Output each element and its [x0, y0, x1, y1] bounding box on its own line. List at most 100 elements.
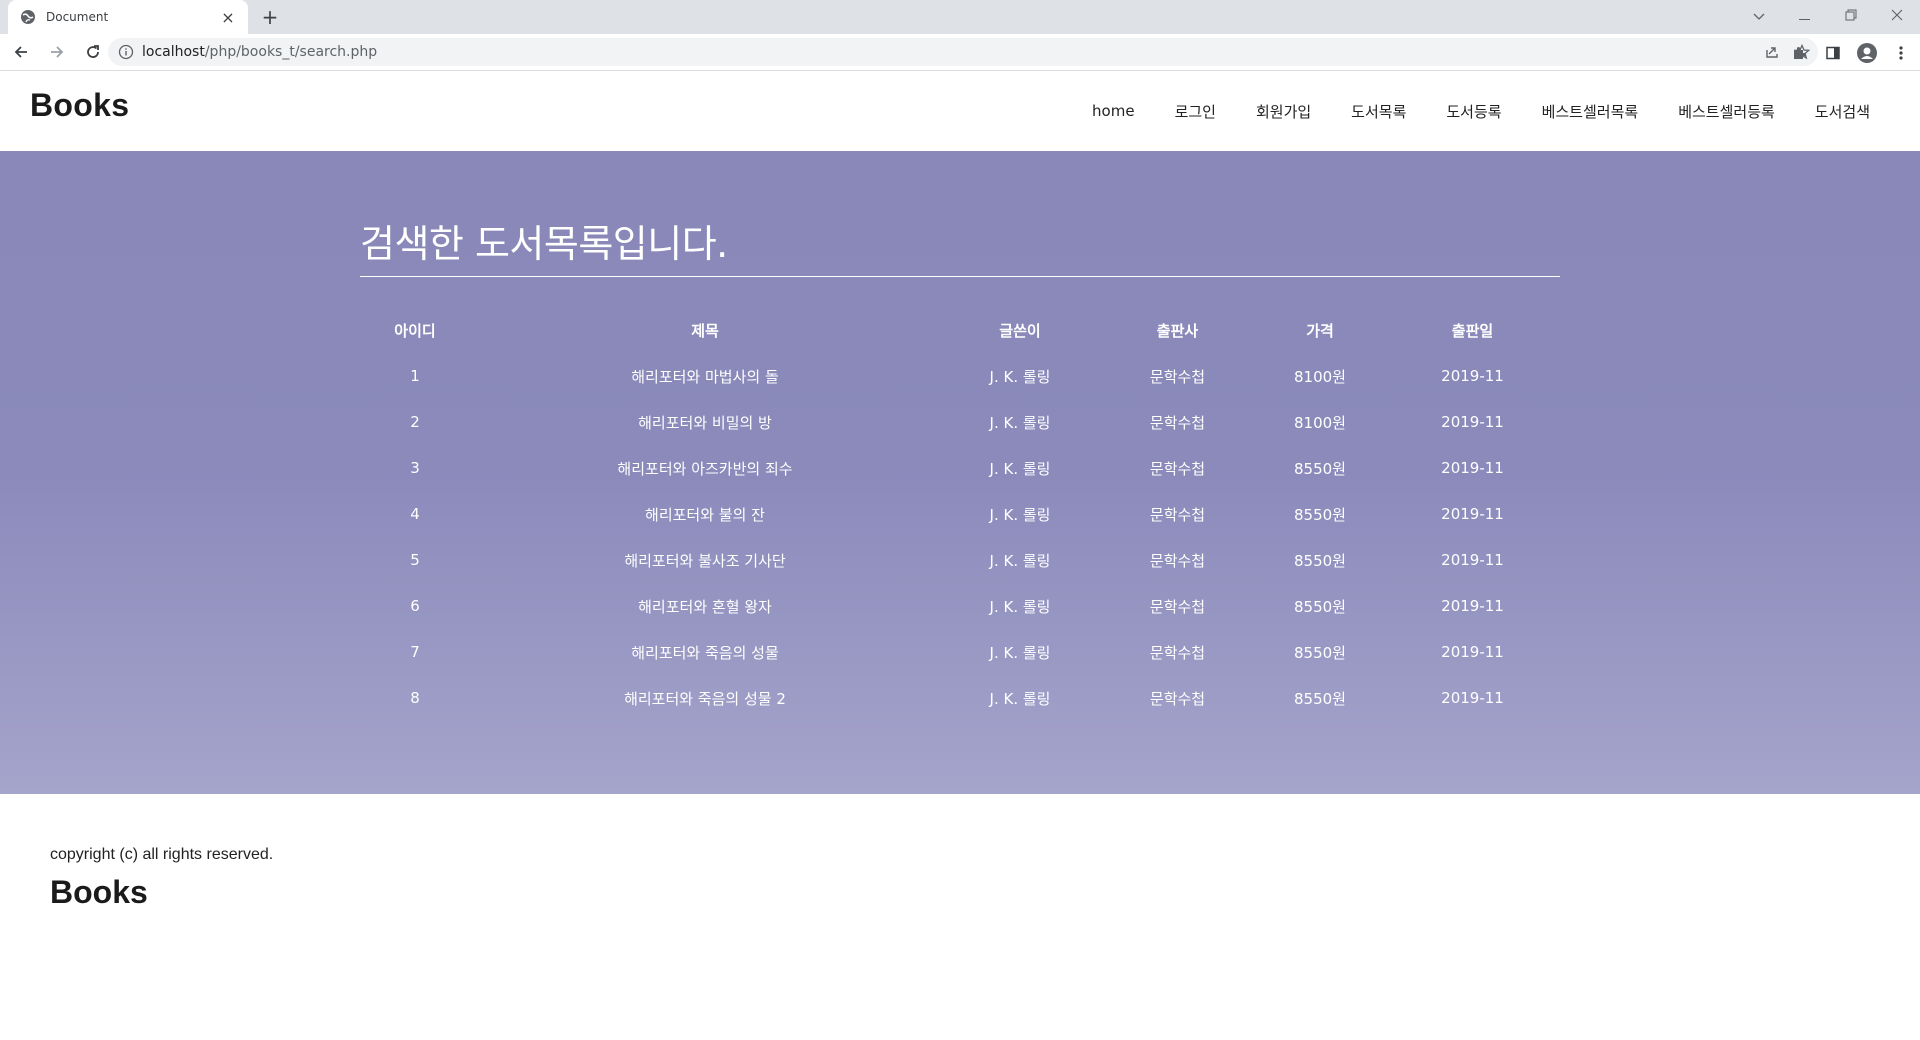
close-window-icon[interactable] — [1874, 9, 1920, 25]
reload-icon[interactable] — [78, 37, 108, 67]
cell-title: 해리포터와 불사조 기사단 — [624, 551, 786, 570]
nav-home[interactable]: home — [1092, 102, 1135, 120]
nav-book-list[interactable]: 도서목록 — [1351, 101, 1406, 122]
cell-title: 해리포터와 불의 잔 — [645, 505, 765, 524]
close-tab-icon[interactable]: × — [218, 8, 238, 27]
extensions-puzzle-icon[interactable] — [1786, 40, 1812, 66]
cell-author: J. K. 롤링 — [989, 367, 1051, 386]
cell-publisher: 문학수첩 — [1149, 367, 1206, 386]
column-header-author: 글쓴이 — [999, 321, 1041, 340]
page-title: 검색한 도서목록입니다. — [360, 213, 1560, 277]
cell-date: 2019-11 — [1441, 413, 1504, 431]
address-url: localhost/php/books_t/search.php — [142, 44, 377, 60]
site-footer: copyright (c) all rights reserved. Books — [0, 794, 1920, 1039]
nav-signup[interactable]: 회원가입 — [1256, 101, 1311, 122]
cell-author: J. K. 롤링 — [989, 505, 1051, 524]
cell-id: 8 — [410, 689, 420, 707]
cell-publisher: 문학수첩 — [1149, 643, 1206, 662]
cell-author: J. K. 롤링 — [989, 689, 1051, 708]
address-bar[interactable]: localhost/php/books_t/search.php — [108, 38, 1818, 66]
nav-bestseller-register[interactable]: 베스트셀러등록 — [1678, 101, 1775, 122]
cell-title: 해리포터와 혼혈 왕자 — [638, 597, 772, 616]
cell-author: J. K. 롤링 — [989, 597, 1051, 616]
new-tab-icon[interactable]: + — [258, 5, 282, 29]
site-logo[interactable]: Books — [30, 87, 129, 124]
cell-date: 2019-11 — [1441, 459, 1504, 477]
results-container: 검색한 도서목록입니다. 아이디 제목 글쓴이 출판사 가격 출판일 1 해리포… — [360, 213, 1560, 721]
column-header-publisher: 출판사 — [1156, 321, 1199, 340]
cell-price: 8550원 — [1294, 643, 1346, 662]
column-header-id: 아이디 — [394, 321, 436, 340]
cell-id: 6 — [410, 597, 420, 615]
cell-title: 해리포터와 마법사의 돌 — [631, 367, 779, 386]
table-header-row: 아이디 제목 글쓴이 출판사 가격 출판일 — [360, 307, 1560, 353]
main-nav: home 로그인 회원가입 도서목록 도서등록 베스트셀러목록 베스트셀러등록 … — [1092, 71, 1870, 151]
nav-book-search[interactable]: 도서검색 — [1815, 101, 1870, 122]
back-arrow-icon[interactable] — [6, 37, 36, 67]
forward-arrow-icon[interactable] — [42, 37, 72, 67]
table-row: 2 해리포터와 비밀의 방 J. K. 롤링 문학수첩 8100원 2019-1… — [360, 399, 1560, 445]
cell-price: 8100원 — [1294, 413, 1346, 432]
extension-area — [1786, 38, 1914, 68]
cell-publisher: 문학수첩 — [1149, 597, 1206, 616]
tab-search-chevron-icon[interactable] — [1736, 10, 1782, 25]
cell-author: J. K. 롤링 — [989, 459, 1051, 478]
minimize-icon[interactable] — [1782, 10, 1828, 25]
tab-title: Document — [46, 10, 109, 24]
cell-id: 3 — [410, 459, 420, 477]
site-header: Books home 로그인 회원가입 도서목록 도서등록 베스트셀러목록 베스… — [0, 71, 1920, 151]
cell-author: J. K. 롤링 — [989, 643, 1051, 662]
column-header-price: 가격 — [1306, 321, 1334, 340]
window-controls — [1736, 0, 1920, 34]
cell-price: 8550원 — [1294, 597, 1346, 616]
search-results-section: 검색한 도서목록입니다. 아이디 제목 글쓴이 출판사 가격 출판일 1 해리포… — [0, 151, 1920, 794]
cell-publisher: 문학수첩 — [1149, 505, 1206, 524]
table-row: 3 해리포터와 아즈카반의 죄수 J. K. 롤링 문학수첩 8550원 201… — [360, 445, 1560, 491]
cell-title: 해리포터와 죽음의 성물 — [631, 643, 779, 662]
cell-id: 5 — [410, 551, 420, 569]
cell-date: 2019-11 — [1441, 643, 1504, 661]
table-row: 5 해리포터와 불사조 기사단 J. K. 롤링 문학수첩 8550원 2019… — [360, 537, 1560, 583]
cell-title: 해리포터와 비밀의 방 — [638, 413, 772, 432]
cell-author: J. K. 롤링 — [989, 551, 1051, 570]
cell-id: 2 — [410, 413, 420, 431]
cell-date: 2019-11 — [1441, 551, 1504, 569]
cell-price: 8550원 — [1294, 551, 1346, 570]
side-panel-icon[interactable] — [1820, 40, 1846, 66]
site-info-icon[interactable] — [118, 44, 134, 60]
url-host: localhost — [142, 44, 205, 60]
restore-icon[interactable] — [1828, 9, 1874, 25]
cell-title: 해리포터와 죽음의 성물 2 — [624, 689, 786, 708]
table-row: 4 해리포터와 불의 잔 J. K. 롤링 문학수첩 8550원 2019-11 — [360, 491, 1560, 537]
cell-price: 8550원 — [1294, 689, 1346, 708]
browser-toolbar: localhost/php/books_t/search.php — [0, 34, 1920, 71]
cell-price: 8550원 — [1294, 459, 1346, 478]
profile-avatar-icon[interactable] — [1854, 40, 1880, 66]
cell-publisher: 문학수첩 — [1149, 689, 1206, 708]
column-header-date: 출판일 — [1451, 321, 1494, 340]
browser-tab-document[interactable]: Document × — [8, 0, 248, 34]
footer-logo: Books — [50, 874, 148, 910]
cell-price: 8550원 — [1294, 505, 1346, 524]
nav-book-register[interactable]: 도서등록 — [1446, 101, 1501, 122]
nav-login[interactable]: 로그인 — [1175, 101, 1216, 122]
globe-icon — [21, 10, 35, 24]
table-row: 7 해리포터와 죽음의 성물 J. K. 롤링 문학수첩 8550원 2019-… — [360, 629, 1560, 675]
cell-date: 2019-11 — [1441, 367, 1504, 385]
nav-bestseller-list[interactable]: 베스트셀러목록 — [1542, 101, 1639, 122]
column-header-title: 제목 — [691, 321, 719, 340]
cell-date: 2019-11 — [1441, 505, 1504, 523]
cell-publisher: 문학수첩 — [1149, 551, 1206, 570]
table-row: 1 해리포터와 마법사의 돌 J. K. 롤링 문학수첩 8100원 2019-… — [360, 353, 1560, 399]
cell-id: 4 — [410, 505, 420, 523]
browser-tab-strip: Document × + — [0, 0, 1920, 34]
cell-date: 2019-11 — [1441, 689, 1504, 707]
cell-publisher: 문학수첩 — [1149, 413, 1206, 432]
cell-id: 7 — [410, 643, 420, 661]
cell-publisher: 문학수첩 — [1149, 459, 1206, 478]
share-icon[interactable] — [1764, 44, 1780, 60]
table-row: 8 해리포터와 죽음의 성물 2 J. K. 롤링 문학수첩 8550원 201… — [360, 675, 1560, 721]
browser-menu-icon[interactable] — [1888, 40, 1914, 66]
book-table: 아이디 제목 글쓴이 출판사 가격 출판일 1 해리포터와 마법사의 돌 J. … — [360, 307, 1560, 721]
copyright-text: copyright (c) all rights reserved. — [50, 846, 274, 863]
